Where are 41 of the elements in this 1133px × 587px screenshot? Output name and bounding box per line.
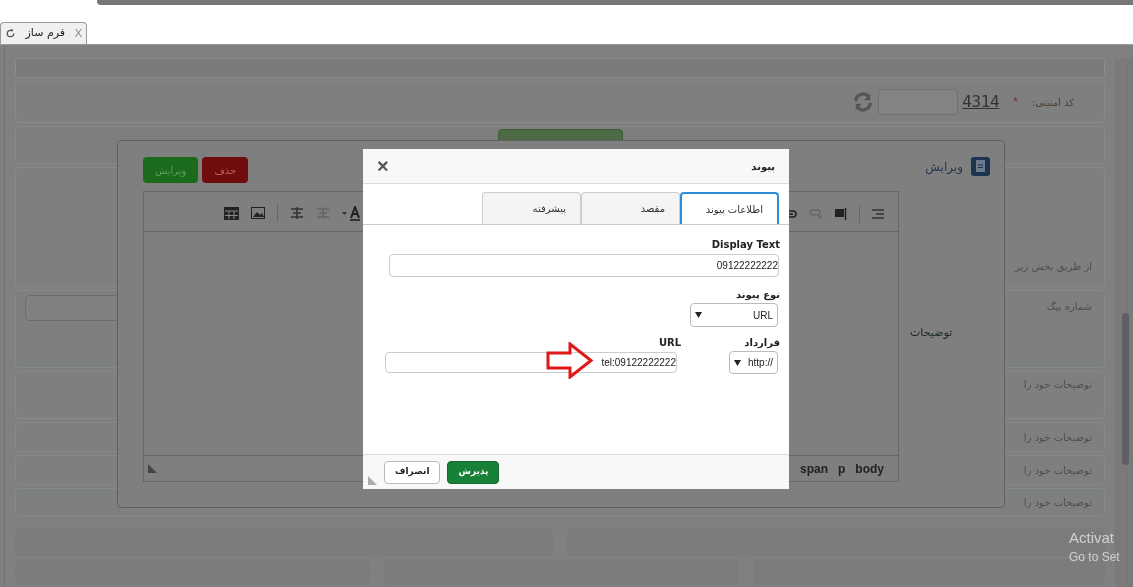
field-label: توضیحات (910, 325, 953, 341)
dialog-tab[interactable]: پیشرفته (482, 192, 581, 224)
captcha-label: کد امنیتی: (1031, 95, 1074, 110)
breadcrumb-item[interactable]: body (855, 459, 884, 478)
field-label: نوع پیوند (736, 288, 780, 302)
field-label: URL (659, 336, 682, 350)
breadcrumb-item[interactable]: p (838, 459, 846, 478)
resize-handle-icon[interactable] (148, 464, 157, 473)
captcha-code: 4314 (962, 91, 1000, 113)
tab-label: فرم ساز (25, 25, 66, 42)
select-field[interactable]: URL (690, 303, 778, 327)
unlink-icon[interactable] (809, 209, 823, 219)
resize-handle-icon[interactable] (368, 476, 377, 485)
close-button[interactable]: × (377, 156, 389, 176)
align-icon[interactable] (316, 207, 330, 219)
activation-notice: Activat (1069, 528, 1114, 548)
activation-notice: Go to Set (1069, 549, 1120, 566)
field-label: قرارداد (744, 336, 780, 350)
table-icon[interactable] (224, 206, 239, 220)
accept-button[interactable]: پذیرش (447, 460, 500, 484)
required-mark: * (1013, 94, 1018, 111)
caret-icon (695, 312, 702, 318)
breadcrumb-item[interactable]: span (799, 459, 828, 478)
dialog-tab[interactable]: مقصد (581, 192, 680, 224)
flag-icon[interactable] (835, 208, 847, 220)
input-field[interactable]: 09122222222 (389, 254, 779, 277)
field-label: Display Text (711, 238, 780, 252)
input-field[interactable]: tel:09122222222 (385, 352, 677, 373)
refresh-icon[interactable] (5, 28, 16, 39)
input-field[interactable] (25, 295, 119, 321)
dialog-title: پیوند (751, 159, 775, 174)
dialog-tab[interactable]: اطلاعات پیوند (680, 192, 779, 224)
document-icon (971, 157, 990, 176)
align-icon[interactable] (872, 208, 884, 220)
align-icon[interactable] (290, 207, 304, 219)
image-icon[interactable] (251, 207, 265, 219)
caret-icon (734, 359, 741, 366)
dialog-title: ویرایش (925, 158, 963, 176)
cancel-button[interactable]: انصراف (384, 460, 441, 484)
arrow-icon (546, 342, 594, 379)
select-field[interactable]: http:// (729, 351, 778, 374)
